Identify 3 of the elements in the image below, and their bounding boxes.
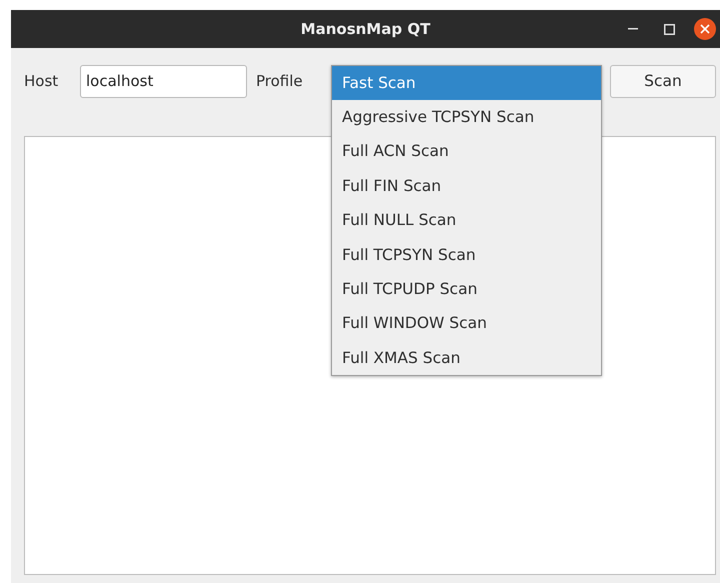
window-title: ManosnMap QT	[300, 20, 432, 38]
host-label: Host	[24, 72, 60, 90]
profile-label: Profile	[256, 72, 304, 90]
